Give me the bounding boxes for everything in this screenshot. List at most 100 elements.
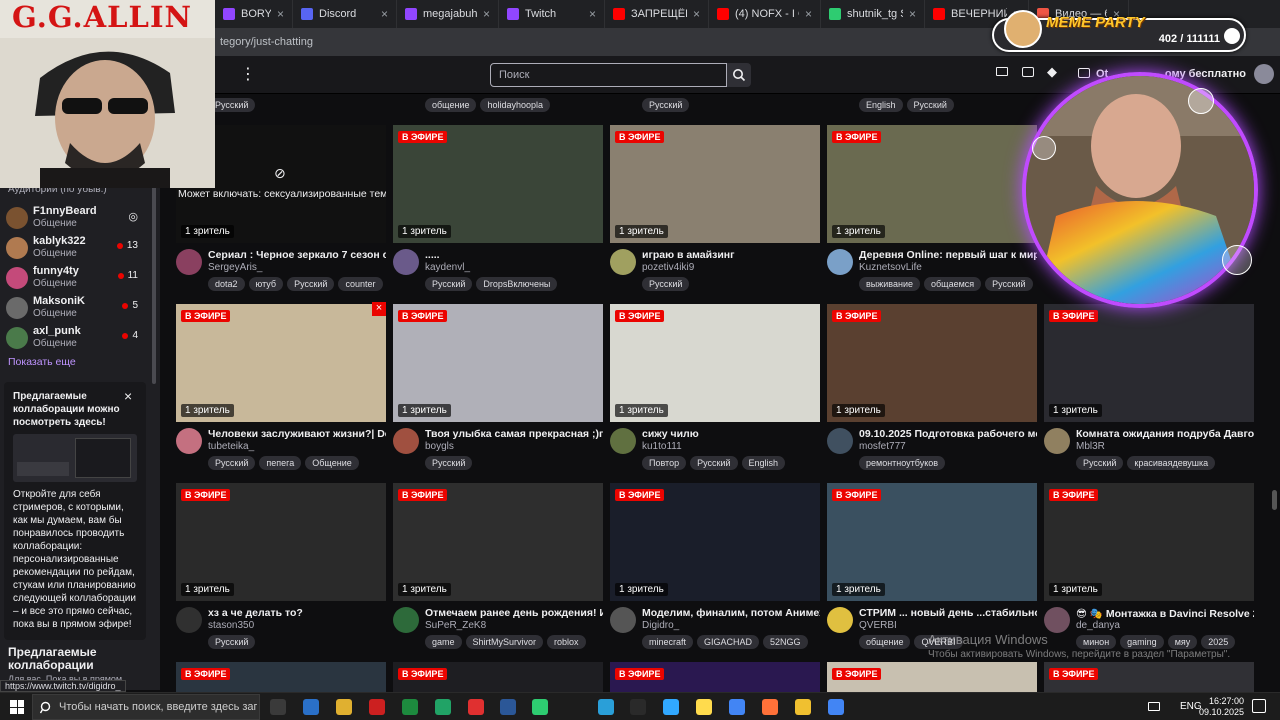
main-scrollbar[interactable] (1272, 490, 1277, 510)
avatar[interactable] (827, 249, 853, 275)
taskbar-app-icon[interactable] (663, 699, 679, 715)
tag[interactable]: Русский (287, 277, 335, 291)
tag[interactable]: Русский (985, 277, 1033, 291)
stream-title[interactable]: Комната ожидания подруба Давгон... (1076, 428, 1254, 440)
channel-name[interactable]: mosfet777 (859, 441, 906, 452)
avatar[interactable] (610, 428, 636, 454)
tag[interactable]: Русский (642, 277, 690, 291)
browser-tab[interactable]: Twitch × (499, 0, 605, 28)
bits-icon[interactable]: ◆ (1047, 64, 1057, 80)
taskbar-app-icon[interactable] (696, 699, 712, 715)
tag[interactable]: minecraft (642, 635, 694, 649)
taskbar-app-icon[interactable] (303, 699, 319, 715)
channel-name[interactable]: Mbl3R (1076, 441, 1105, 452)
stream-thumbnail[interactable]: В ЭФИРЕ (610, 662, 820, 692)
stream-title[interactable]: хз а че делать то? (208, 607, 386, 619)
notifications-icon[interactable] (1252, 699, 1266, 713)
browser-tab[interactable]: shutnik_tg Strea × (821, 0, 925, 28)
stream-thumbnail[interactable]: В ЭФИРЕ 1 зритель (176, 304, 386, 422)
tab-close-icon[interactable]: × (693, 7, 700, 21)
tag[interactable]: общение (859, 635, 911, 649)
stream-thumbnail[interactable]: В ЭФИРЕ (827, 662, 1037, 692)
tag[interactable]: 2025 (1201, 635, 1236, 649)
browser-tab[interactable]: (4) NOFX - I Got × (709, 0, 821, 28)
stream-title[interactable]: Сериал : Черное зеркало 7 сезон с 1... (208, 249, 386, 261)
tag[interactable]: общаемся (924, 277, 982, 291)
sidebar-channel[interactable]: funny4ty Общение 11 (6, 264, 138, 292)
channel-name[interactable]: boygls (425, 441, 454, 452)
sidebar-channel[interactable]: MaksoniK Общение 5 (6, 294, 138, 322)
channel-name[interactable]: KuznetsovLife (859, 262, 922, 273)
tab-close-icon[interactable]: × (805, 7, 812, 21)
tag[interactable]: ютуб (248, 277, 284, 291)
browser-tab[interactable]: ЗАПРЕЩЁННЫЙ × (605, 0, 709, 28)
taskbar-app-icon[interactable] (532, 699, 548, 715)
taskbar-app-icon[interactable] (828, 699, 844, 715)
tab-close-icon[interactable]: × (589, 7, 596, 21)
clock[interactable]: 16:27:00 09.10.2025 (1198, 696, 1244, 718)
windows-start-icon[interactable] (10, 700, 24, 714)
stream-title[interactable]: 09.10.2025 Подготовка рабочего ме... (859, 428, 1037, 440)
taskbar-app-icon[interactable] (270, 699, 286, 715)
stream-title[interactable]: играю в амайзинг (642, 249, 820, 261)
channel-name[interactable]: SergeyAris_ (208, 262, 262, 273)
sidebar-channel[interactable]: axl_punk Общение 4 (6, 324, 138, 352)
stream-title[interactable]: сижу чилю (642, 428, 820, 440)
tag[interactable]: 52NGG (763, 635, 808, 649)
tag[interactable]: English (741, 456, 786, 470)
stream-thumbnail[interactable]: В ЭФИРЕ (393, 662, 603, 692)
sidebar-channel[interactable]: kablyk322 Общение 13 (6, 234, 138, 262)
taskbar-app-icon[interactable] (729, 699, 745, 715)
whispers-icon[interactable] (1022, 67, 1034, 77)
taskbar-app-icon[interactable] (402, 699, 418, 715)
stream-thumbnail[interactable]: В ЭФИРЕ 1 зритель (176, 483, 386, 601)
tab-close-icon[interactable]: × (483, 7, 490, 21)
tag[interactable]: Повтор (642, 456, 687, 470)
taskbar-app-icon[interactable] (336, 699, 352, 715)
stream-thumbnail[interactable]: В ЭФИРЕ 1 зритель (1044, 483, 1254, 601)
taskbar-search[interactable]: Чтобы начать поиск, введите здесь запрос (32, 694, 260, 720)
channel-name[interactable]: pozetiv4iki9 (642, 262, 694, 273)
avatar[interactable] (176, 249, 202, 275)
tag[interactable]: ShirtMySurvivor (465, 635, 544, 649)
tag[interactable]: Русский (208, 456, 256, 470)
stream-thumbnail[interactable]: В ЭФИРЕ (176, 662, 386, 692)
tab-close-icon[interactable]: × (277, 7, 284, 21)
search-button[interactable] (727, 63, 751, 87)
tag[interactable]: красиваядевушка (1127, 456, 1216, 470)
avatar[interactable] (610, 249, 636, 275)
taskbar-app-icon[interactable] (795, 699, 811, 715)
stream-title[interactable]: Моделим, финалим, потом Анимеха (642, 607, 820, 619)
tag[interactable]: минон (1076, 635, 1117, 649)
channel-name[interactable]: QVERBI (859, 620, 897, 631)
stream-thumbnail[interactable]: В ЭФИРЕ 1 зритель (827, 304, 1037, 422)
tag[interactable]: roblox (547, 635, 586, 649)
avatar[interactable] (827, 428, 853, 454)
avatar[interactable] (176, 607, 202, 633)
prime-icon[interactable] (1078, 68, 1090, 78)
user-avatar[interactable] (1254, 64, 1274, 84)
tag[interactable]: DropsВключены (476, 277, 558, 291)
avatar[interactable] (1044, 607, 1070, 633)
channel-name[interactable]: SuPeR_ZeK8 (425, 620, 486, 631)
stream-thumbnail[interactable]: В ЭФИРЕ 1 зритель (827, 125, 1037, 243)
taskbar-app-icon[interactable] (598, 699, 614, 715)
stream-title[interactable]: Деревня Online: первый шаг к миро... (859, 249, 1037, 261)
avatar[interactable] (393, 607, 419, 633)
stream-thumbnail[interactable]: В ЭФИРЕ 1 зритель (610, 304, 820, 422)
avatar[interactable] (1044, 428, 1070, 454)
more-menu-icon[interactable]: ⋮ (240, 64, 256, 84)
close-icon[interactable]: × (372, 302, 386, 316)
tag[interactable]: gaming (1120, 635, 1164, 649)
sidebar-channel[interactable]: F1nnyBeard Общение ◎ (6, 204, 138, 232)
channel-name[interactable]: stason350 (208, 620, 254, 631)
tab-close-icon[interactable]: × (909, 7, 916, 21)
stream-title[interactable]: ..... (425, 249, 603, 261)
avatar[interactable] (827, 607, 853, 633)
tag[interactable]: Русский (425, 456, 473, 470)
tag[interactable]: выживание (859, 277, 920, 291)
stream-thumbnail[interactable]: В ЭФИРЕ 1 зритель (393, 125, 603, 243)
tag[interactable]: dota2 (208, 277, 245, 291)
stream-title[interactable]: 😎 🎭 Монтажка в Davinci Resolve 20... (1076, 607, 1254, 620)
taskbar-app-icon[interactable] (762, 699, 778, 715)
